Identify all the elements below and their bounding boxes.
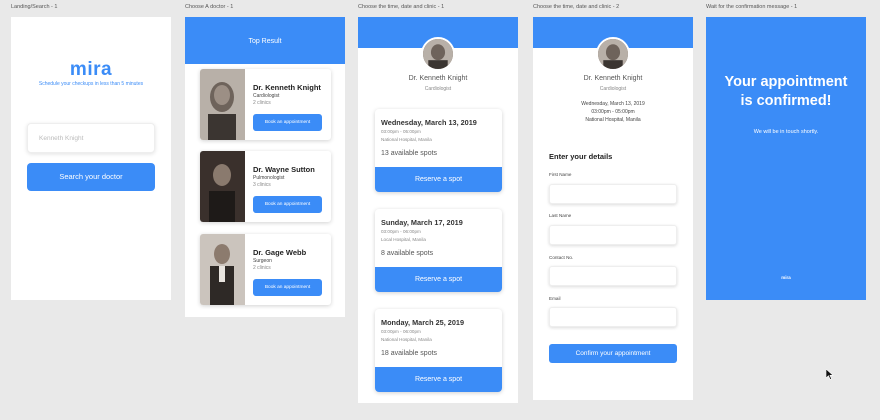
doctor-name: Dr. Kenneth Knight <box>253 83 321 92</box>
slot-date: Monday, March 25, 2019 <box>381 318 465 327</box>
choose-doctor-screen: Top Result Dr. Kenneth Knight Cardiologi… <box>185 17 345 317</box>
doctor-name: Dr. Kenneth Knight <box>583 75 643 82</box>
slot-available-spots: 8 available spots <box>381 250 434 257</box>
artboard-label-choose-time-1: Choose the time, date and clinic - 1 <box>358 4 445 10</box>
slot-date: Sunday, March 17, 2019 <box>381 218 463 227</box>
top-result-header: Top Result <box>185 17 345 64</box>
email-label: Email <box>549 296 561 301</box>
artboard-label-confirmation: Wait for the confirmation message - 1 <box>706 4 798 10</box>
confirmation-title: Your appointment is confirmed! <box>706 73 866 111</box>
slot-time: 03:00pm - 05:00pm <box>381 129 421 134</box>
last-name-field[interactable] <box>549 225 677 245</box>
artboard-label-choose-doctor: Choose A doctor - 1 <box>185 4 234 10</box>
confirmation-title-line1: Your appointment <box>724 74 848 90</box>
slot-available-spots: 18 available spots <box>381 350 438 357</box>
doctor-specialty: Surgeon <box>253 258 272 264</box>
slot-time: 03:00pm - 06:00pm <box>381 229 421 234</box>
doctor-specialty: Cardiologist <box>253 93 280 99</box>
book-appointment-button[interactable]: Book an appointment <box>253 114 322 131</box>
doctor-name: Dr. Gage Webb <box>253 248 307 257</box>
doctor-card[interactable]: Dr. Wayne Sutton Pulmonologist 3 clinics… <box>200 151 331 222</box>
selected-place: National Hospital, Manila <box>585 117 641 123</box>
confirmation-title-line2: is confirmed! <box>740 93 832 109</box>
first-name-field[interactable] <box>549 184 677 204</box>
doctor-search-input[interactable]: Kenneth Knight <box>27 123 155 153</box>
confirm-appointment-button[interactable]: Confirm your appointment <box>549 344 677 363</box>
landing-screen: mira Schedule your checkups in less than… <box>11 17 171 300</box>
cursor-icon <box>826 369 834 380</box>
confirmation-subtitle: We will be in touch shortly. <box>753 129 819 135</box>
doctor-specialty: Pulmonologist <box>253 175 285 181</box>
doctor-clinics: 2 clinics <box>253 100 271 106</box>
reserve-spot-button[interactable]: Reserve a spot <box>375 167 502 192</box>
time-slot-card: Sunday, March 17, 2019 03:00pm - 06:00pm… <box>375 209 502 292</box>
reserve-spot-button[interactable]: Reserve a spot <box>375 267 502 292</box>
reserve-spot-button[interactable]: Reserve a spot <box>375 367 502 392</box>
slot-place: National Hospital, Manila <box>381 337 432 342</box>
time-slot-card: Wednesday, March 13, 2019 03:00pm - 05:0… <box>375 109 502 192</box>
app-logo: mira <box>69 59 113 80</box>
enter-details-screen: Dr. Kenneth Knight Cardiologist Wednesda… <box>533 17 693 400</box>
doctor-specialty: Cardiologist <box>424 86 452 92</box>
doctor-name: Dr. Wayne Sutton <box>253 165 315 174</box>
doctor-specialty: Cardiologist <box>599 86 627 92</box>
selected-time: 03:00pm - 05:00pm <box>591 109 635 115</box>
first-name-label: First Name <box>549 172 572 177</box>
choose-time-screen: Dr. Kenneth Knight Cardiologist Wednesda… <box>358 17 518 403</box>
slot-available-spots: 13 available spots <box>381 150 438 157</box>
book-appointment-button[interactable]: Book an appointment <box>253 196 322 213</box>
slot-time: 03:00pm - 06:00pm <box>381 329 421 334</box>
contact-no-field[interactable] <box>549 266 677 286</box>
email-field[interactable] <box>549 307 677 327</box>
time-slot-card: Monday, March 25, 2019 03:00pm - 06:00pm… <box>375 309 502 392</box>
slot-place: National Hospital, Manila <box>381 137 432 142</box>
book-appointment-button[interactable]: Book an appointment <box>253 279 322 296</box>
doctor-clinics: 2 clinics <box>253 265 271 271</box>
doctor-clinics: 3 clinics <box>253 182 271 188</box>
slot-date: Wednesday, March 13, 2019 <box>381 118 477 127</box>
app-logo: mira <box>781 275 791 280</box>
doctor-avatar <box>596 37 630 71</box>
slot-place: Local Hospital, Manila <box>381 237 426 242</box>
last-name-label: Last Name <box>549 213 572 218</box>
confirmation-screen: Your appointment is confirmed! We will b… <box>706 17 866 300</box>
doctor-card[interactable]: Dr. Gage Webb Surgeon 2 clinics Book an … <box>200 234 331 305</box>
tagline: Schedule your checkups in less than 5 mi… <box>38 81 144 87</box>
artboard-label-choose-time-2: Choose the time, date and clinic - 2 <box>533 4 620 10</box>
artboard-label-landing: Landing/Search - 1 <box>11 4 58 10</box>
doctor-photo <box>200 151 245 222</box>
search-doctor-button[interactable]: Search your doctor <box>27 163 155 191</box>
doctor-photo <box>200 69 245 140</box>
doctor-name: Dr. Kenneth Knight <box>408 75 468 82</box>
contact-no-label: Contact No. <box>549 255 574 260</box>
doctor-card[interactable]: Dr. Kenneth Knight Cardiologist 2 clinic… <box>200 69 331 140</box>
doctor-avatar <box>421 37 455 71</box>
doctor-photo <box>200 234 245 305</box>
form-title: Enter your details <box>549 152 613 161</box>
selected-date: Wednesday, March 13, 2019 <box>581 101 645 107</box>
